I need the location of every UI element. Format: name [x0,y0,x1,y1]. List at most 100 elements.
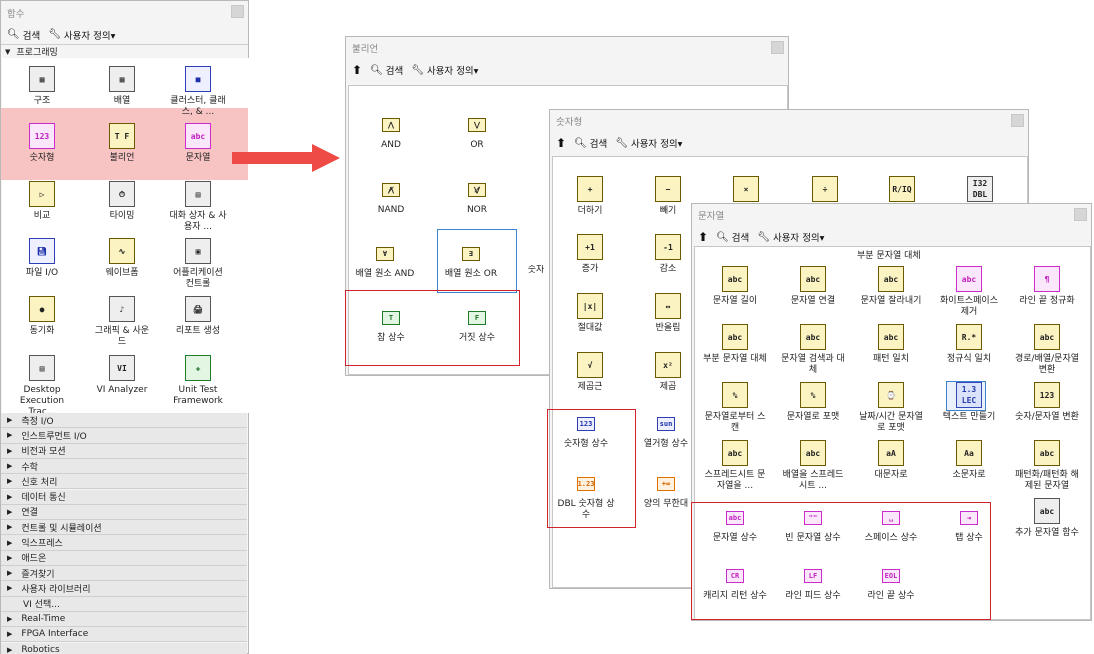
up-button[interactable]: ⬆︎ [352,64,362,76]
palette-item[interactable]: abc 문자열 [168,123,228,164]
category-label: 측정 I/O [21,416,54,427]
palette-item[interactable]: ▣ 어플리케이션 컨트롤 [168,238,228,290]
up-button[interactable]: ⬆︎ [698,231,708,243]
palette-item[interactable]: ▤ Desktop Execution Trac... [12,355,72,418]
category-row[interactable]: ▶ 데이터 통신 [1,489,247,505]
palette-item[interactable]: abc 경로/배열/문자열 변환 [1014,324,1080,376]
category-row[interactable]: ▶ 연결 [1,504,247,521]
palette-item[interactable]: × [716,176,776,206]
palette-item[interactable]: ¶ 라인 끝 정규화 [1014,266,1080,307]
palette-item[interactable]: Aa 소문자로 [936,440,1002,481]
palette-item[interactable]: |x| 절대값 [560,293,620,334]
palette-item[interactable]: 💾︎ 파일 I/O [12,238,72,279]
palette-item[interactable]: x² 제곱 [638,352,698,393]
palette-item[interactable]: ⋁̸ NOR [446,177,508,216]
close-button[interactable] [1074,208,1087,221]
palette-item[interactable]: abc 패턴화/패턴화 해제된 문자열 [1014,440,1080,492]
palette-item[interactable]: − 빼기 [638,176,698,217]
search-label: 검색 [589,139,608,150]
palette-item[interactable]: ↔ 반올림 [638,293,698,334]
palette-item[interactable]: abc 문자열 연결 [780,266,846,307]
palette-item[interactable]: ⌚ 날짜/시간 문자열로 포맷 [858,382,924,434]
palette-item[interactable]: ▦ 구조 [12,66,72,107]
category-row[interactable]: ▶ Real-Time [1,611,247,628]
palette-item[interactable]: ▷ 비교 [12,181,72,222]
palette-item[interactable]: R.* 정규식 일치 [936,324,1002,365]
palette-item-label: OR [470,140,484,150]
palette-item[interactable]: ÷ [795,176,855,206]
palette-item[interactable]: abc 문자열 길이 [702,266,768,307]
palette-item[interactable]: R/IQ [872,176,932,206]
category-row[interactable]: ▶ 즐겨찾기 [1,566,247,582]
palette-item[interactable]: ● 동기화 [12,296,72,337]
category-row[interactable]: ▶ 인스트루먼트 I/O [1,428,247,444]
category-row[interactable]: VI 선택... [1,596,247,612]
palette-item[interactable]: ⋀̸ NAND [360,177,422,216]
search-button[interactable]: 🔍︎ 검색 [7,28,40,42]
customize-button[interactable]: 🔧︎ 사용자 정의▾ [615,136,683,151]
palette-item[interactable]: +1 증가 [560,234,620,275]
palette-item[interactable]: % 문자열로부터 스캔 [702,382,768,434]
palette-item-label: 문자열 [185,153,211,163]
palette-item[interactable]: + 더하기 [560,176,620,217]
palette-item[interactable]: ■ 클러스터, 클래스, & ... [168,66,228,118]
palette-item[interactable]: abc 스프레드시트 문자열을 ... [702,440,768,492]
palette-item[interactable]: abc 배열을 스프레드시트 ... [780,440,846,492]
category-row[interactable]: ▶ 비전과 모션 [1,443,247,459]
palette-item[interactable]: ∀ 배열 원소 AND [354,241,416,280]
category-row[interactable]: ▶ FPGA Interface [1,627,247,643]
palette-item[interactable]: VI VI Analyzer [92,355,152,396]
search-icon: 🔍︎ [574,137,587,149]
string-function-icon: abc [878,266,904,292]
palette-item-label: 추가 문자열 함수 [1015,528,1079,538]
category-row[interactable]: ▶ 컨트롤 및 시뮬레이션 [1,520,247,536]
close-button[interactable] [231,5,244,18]
palette-item[interactable]: abc 추가 문자열 함수 [1014,498,1080,539]
palette-item[interactable]: % 문자열로 포맷 [780,382,846,423]
palette-item[interactable]: aA 대문자로 [858,440,924,481]
close-button[interactable] [771,41,784,54]
palette-item[interactable]: -1 감소 [638,234,698,275]
palette-item[interactable]: sun 열거형 상수 [636,411,696,450]
palette-item[interactable]: T F 불리언 [92,123,152,164]
palette-item[interactable]: √ 제곱근 [560,352,620,393]
palette-item[interactable]: 숫자 [525,265,547,276]
programming-section-header[interactable]: ▼ 프로그래밍 [5,45,58,59]
palette-item[interactable]: ∿ 웨이브폼 [92,238,152,279]
category-row[interactable]: ▶ 사용자 라이브러리 [1,581,247,597]
palette-item[interactable]: ♪ 그래픽 & 사운드 [92,296,152,348]
palette-item[interactable]: ✚ Unit Test Framework [168,355,228,407]
palette-item-label: 대문자로 [874,470,908,480]
category-row[interactable]: ▶ 수학 [1,458,247,475]
customize-button[interactable]: 🔧︎ 사용자 정의▾ [411,63,478,78]
customize-button[interactable]: 🔧︎ 사용자 정의▾ [48,28,115,42]
search-button[interactable]: 🔍︎ 검색 [370,63,403,78]
palette-item[interactable]: ⋀ AND [360,112,422,151]
category-row[interactable]: ▶ 익스프레스 [1,535,247,551]
palette-item[interactable]: ▦ 배열 [92,66,152,107]
close-button[interactable] [1011,114,1024,127]
palette-item[interactable]: abc 문자열 잘라내기 [858,266,924,307]
category-row[interactable]: ▶ 측정 I/O [1,413,247,429]
palette-item[interactable]: abc 패턴 일치 [858,324,924,365]
search-button[interactable]: 🔍︎ 검색 [716,230,749,245]
customize-button[interactable]: 🔧︎ 사용자 정의▾ [757,230,824,245]
palette-item[interactable]: I32 DBL [950,176,1010,206]
palette-item-label: Unit Test Framework [173,385,223,406]
palette-item[interactable]: ▤ 대화 상자 & 사용자 ... [168,181,228,233]
palette-item[interactable]: +∞ 양의 무한대 [636,471,696,510]
palette-item[interactable]: 🖨︎ 리포트 생성 [168,296,228,337]
up-button[interactable]: ⬆︎ [556,137,566,149]
palette-item[interactable]: abc 부분 문자열 대체 [702,324,768,365]
palette-item[interactable]: 123 숫자/문자열 변환 [1014,382,1080,423]
category-row[interactable]: ▶ 신호 처리 [1,474,247,490]
palette-item[interactable]: abc 문자열 검색과 대체 [780,324,846,376]
palette-item[interactable]: 123 숫자형 [12,123,72,164]
customize-label: 사용자 정의▾ [630,139,683,150]
palette-item[interactable]: ⋁ OR [446,112,508,151]
search-button[interactable]: 🔍︎ 검색 [574,136,608,151]
category-row[interactable]: ▶ 애드온 [1,550,247,566]
palette-item[interactable]: ⏱ 타이밍 [92,181,152,222]
category-row[interactable]: ▶ Robotics [1,642,247,654]
palette-item[interactable]: abc 화이트스페이스 제거 [936,266,1002,318]
